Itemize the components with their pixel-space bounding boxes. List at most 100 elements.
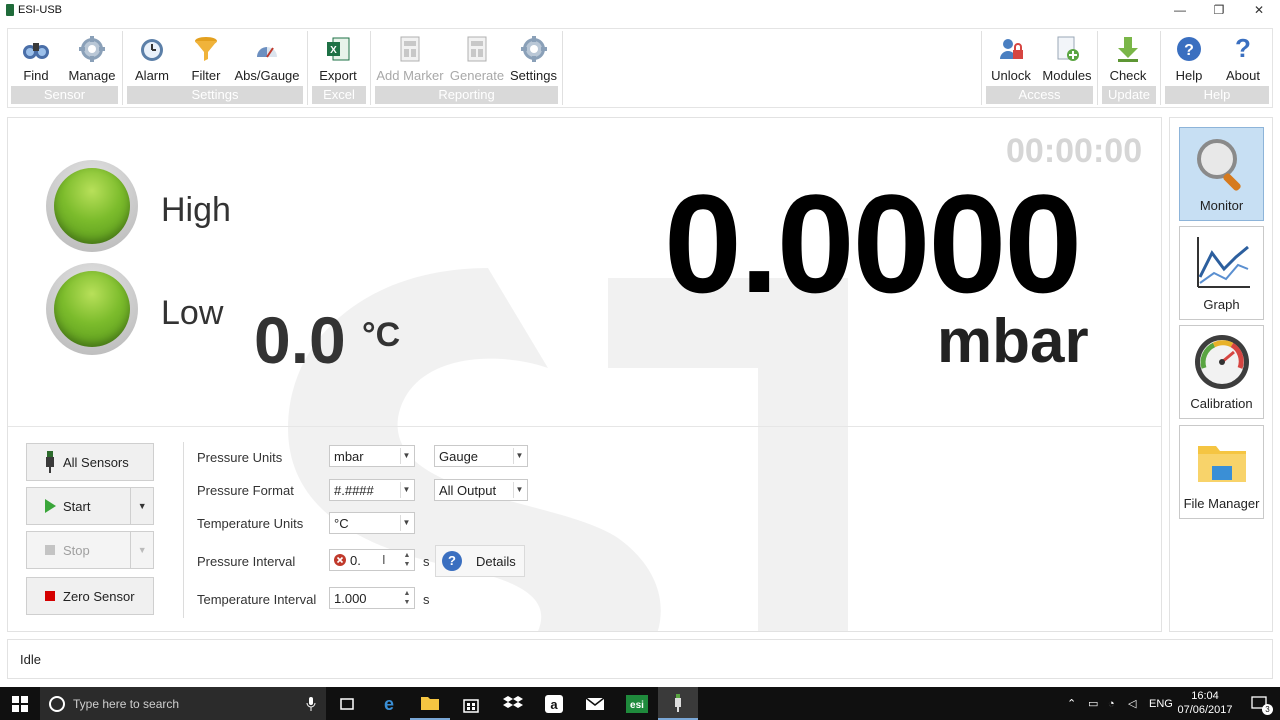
calibration-nav-label: Calibration (1190, 396, 1253, 411)
ribbon-separator (562, 31, 563, 105)
start-menu-button[interactable] (0, 687, 40, 720)
chevron-down-icon: ▼ (400, 515, 412, 531)
pressure-units-select[interactable]: mbar ▼ (329, 445, 415, 467)
stop-icon (45, 591, 55, 601)
manage-label: Manage (68, 68, 116, 83)
alarm-label: Alarm (135, 68, 169, 83)
svg-text:?: ? (1235, 35, 1251, 63)
ribbon-group-label: Reporting (375, 86, 558, 104)
store-icon[interactable] (451, 687, 491, 720)
mail-icon[interactable] (575, 687, 615, 720)
funnel-icon (195, 37, 217, 61)
temperature-units-select[interactable]: °C ▼ (329, 512, 415, 534)
low-alarm-led (46, 263, 138, 355)
modules-label: Modules (1042, 68, 1092, 83)
clock-date: 07/06/2017 (1177, 704, 1233, 716)
show-hidden-icons[interactable]: ⌃ (1067, 687, 1076, 720)
network-icon[interactable]: ◔ (1108, 687, 1115, 720)
ribbon-toolbar: Find Manage Sensor Alarm Filter Abs/Gaug… (7, 28, 1273, 108)
start-button[interactable]: Start ▼ (26, 487, 154, 525)
calibration-nav-button[interactable]: Calibration (1179, 325, 1264, 419)
export-button[interactable]: X Export (309, 31, 367, 85)
edge-browser-icon[interactable]: e (369, 687, 409, 720)
pressure-mode-select[interactable]: Gauge ▼ (434, 445, 528, 467)
ribbon-group-help: ? Help ? About Help (1162, 31, 1272, 107)
unlock-button[interactable]: Unlock (983, 31, 1039, 85)
graph-nav-button[interactable]: Graph (1179, 226, 1264, 320)
battery-icon[interactable]: ▭ (1088, 687, 1098, 720)
zero-sensor-label: Zero Sensor (63, 588, 135, 604)
zero-sensor-button[interactable]: Zero Sensor (26, 577, 154, 615)
spinner-arrows-icon[interactable]: ▲ ▼ (401, 551, 413, 569)
task-view-icon[interactable] (327, 687, 367, 720)
find-button[interactable]: Find (8, 31, 64, 85)
temperature-interval-value: 1.000 (334, 590, 367, 606)
add-marker-label: Add Marker (376, 68, 444, 83)
check-update-button[interactable]: Check (1099, 31, 1157, 85)
manage-button[interactable]: Manage (64, 31, 120, 85)
filter-label: Filter (191, 68, 221, 83)
filter-button[interactable]: Filter (180, 31, 232, 85)
file-explorer-icon[interactable] (410, 687, 450, 720)
text-cursor-icon: I (382, 552, 386, 567)
about-button[interactable]: ? About (1216, 31, 1270, 85)
taskbar-clock[interactable]: 16:04 07/06/2017 (1176, 689, 1234, 717)
cortana-circle-icon (49, 695, 65, 712)
pressure-format-select[interactable]: #.#### ▼ (329, 479, 415, 501)
dropbox-icon[interactable] (493, 687, 533, 720)
temperature-value: 0.0 (254, 303, 346, 377)
minimize-button[interactable]: — (1160, 0, 1200, 20)
monitor-panel: High Low 00:00:00 0.0000 mbar 0.0 °C All… (7, 117, 1162, 632)
file-manager-nav-label: File Manager (1183, 496, 1260, 511)
pressure-unit: mbar (937, 307, 1089, 376)
help-button[interactable]: ? Help (1162, 31, 1216, 85)
app-icon (6, 4, 14, 16)
output-select[interactable]: All Output ▼ (434, 479, 528, 501)
add-marker-button[interactable]: Add Marker (372, 31, 448, 85)
taskbar-search-box[interactable]: Type here to search (40, 687, 326, 720)
ribbon-separator (370, 31, 371, 105)
windows-logo-icon (12, 695, 28, 712)
close-button[interactable]: ✕ (1239, 0, 1279, 20)
language-indicator[interactable]: ENG (1149, 687, 1173, 720)
temperature-interval-input[interactable]: 1.000 ▲ ▼ (329, 587, 415, 609)
error-icon (334, 554, 346, 566)
all-sensors-label: All Sensors (63, 454, 129, 470)
graph-nav-label: Graph (1203, 297, 1240, 312)
stop-label: Stop (63, 542, 90, 558)
window-title: ESI-USB (18, 4, 63, 16)
esi-usb-taskbar-icon[interactable] (658, 687, 698, 720)
volume-icon[interactable]: ◁ (1128, 687, 1136, 720)
abs-gauge-label: Abs/Gauge (234, 68, 300, 83)
stop-button[interactable]: Stop ▼ (26, 531, 154, 569)
generate-button[interactable]: Generate (448, 31, 506, 85)
help-icon: ? (442, 551, 462, 571)
document-add-icon (1057, 36, 1079, 61)
report-settings-button[interactable]: Settings (506, 31, 561, 85)
ribbon-group-settings: Alarm Filter Abs/Gauge Settings (124, 31, 306, 107)
modules-button[interactable]: Modules (1039, 31, 1095, 85)
magnifier-icon (1196, 139, 1241, 191)
microphone-icon[interactable] (306, 696, 316, 711)
pressure-units-value: mbar (334, 448, 364, 464)
amazon-icon[interactable]: a (534, 687, 574, 720)
alarm-button[interactable]: Alarm (124, 31, 180, 85)
details-button[interactable]: ? Details (435, 545, 525, 577)
notification-center-icon[interactable]: 3 (1240, 687, 1280, 720)
abs-gauge-button[interactable]: Abs/Gauge (232, 31, 302, 85)
all-sensors-button[interactable]: All Sensors (26, 443, 154, 481)
monitor-nav-button[interactable]: Monitor (1179, 127, 1264, 221)
start-dropdown-arrow[interactable]: ▼ (131, 501, 153, 511)
ribbon-group-label: Update (1102, 86, 1156, 104)
status-bar: Idle (7, 639, 1273, 679)
chevron-down-icon: ▼ (513, 482, 525, 498)
esi-app-taskbar-icon[interactable]: esi (617, 687, 657, 720)
svg-text:esi: esi (630, 700, 644, 711)
abs-gauge-icon (257, 47, 277, 58)
file-manager-nav-button[interactable]: File Manager (1179, 425, 1264, 519)
title-bar: ESI-USB — ❐ ✕ (0, 0, 1280, 20)
pressure-interval-input[interactable]: 0. I ▲ ▼ (329, 549, 415, 571)
stop-dropdown-arrow[interactable]: ▼ (131, 545, 153, 555)
spinner-arrows-icon[interactable]: ▲ ▼ (401, 589, 413, 607)
restore-button[interactable]: ❐ (1199, 0, 1239, 20)
